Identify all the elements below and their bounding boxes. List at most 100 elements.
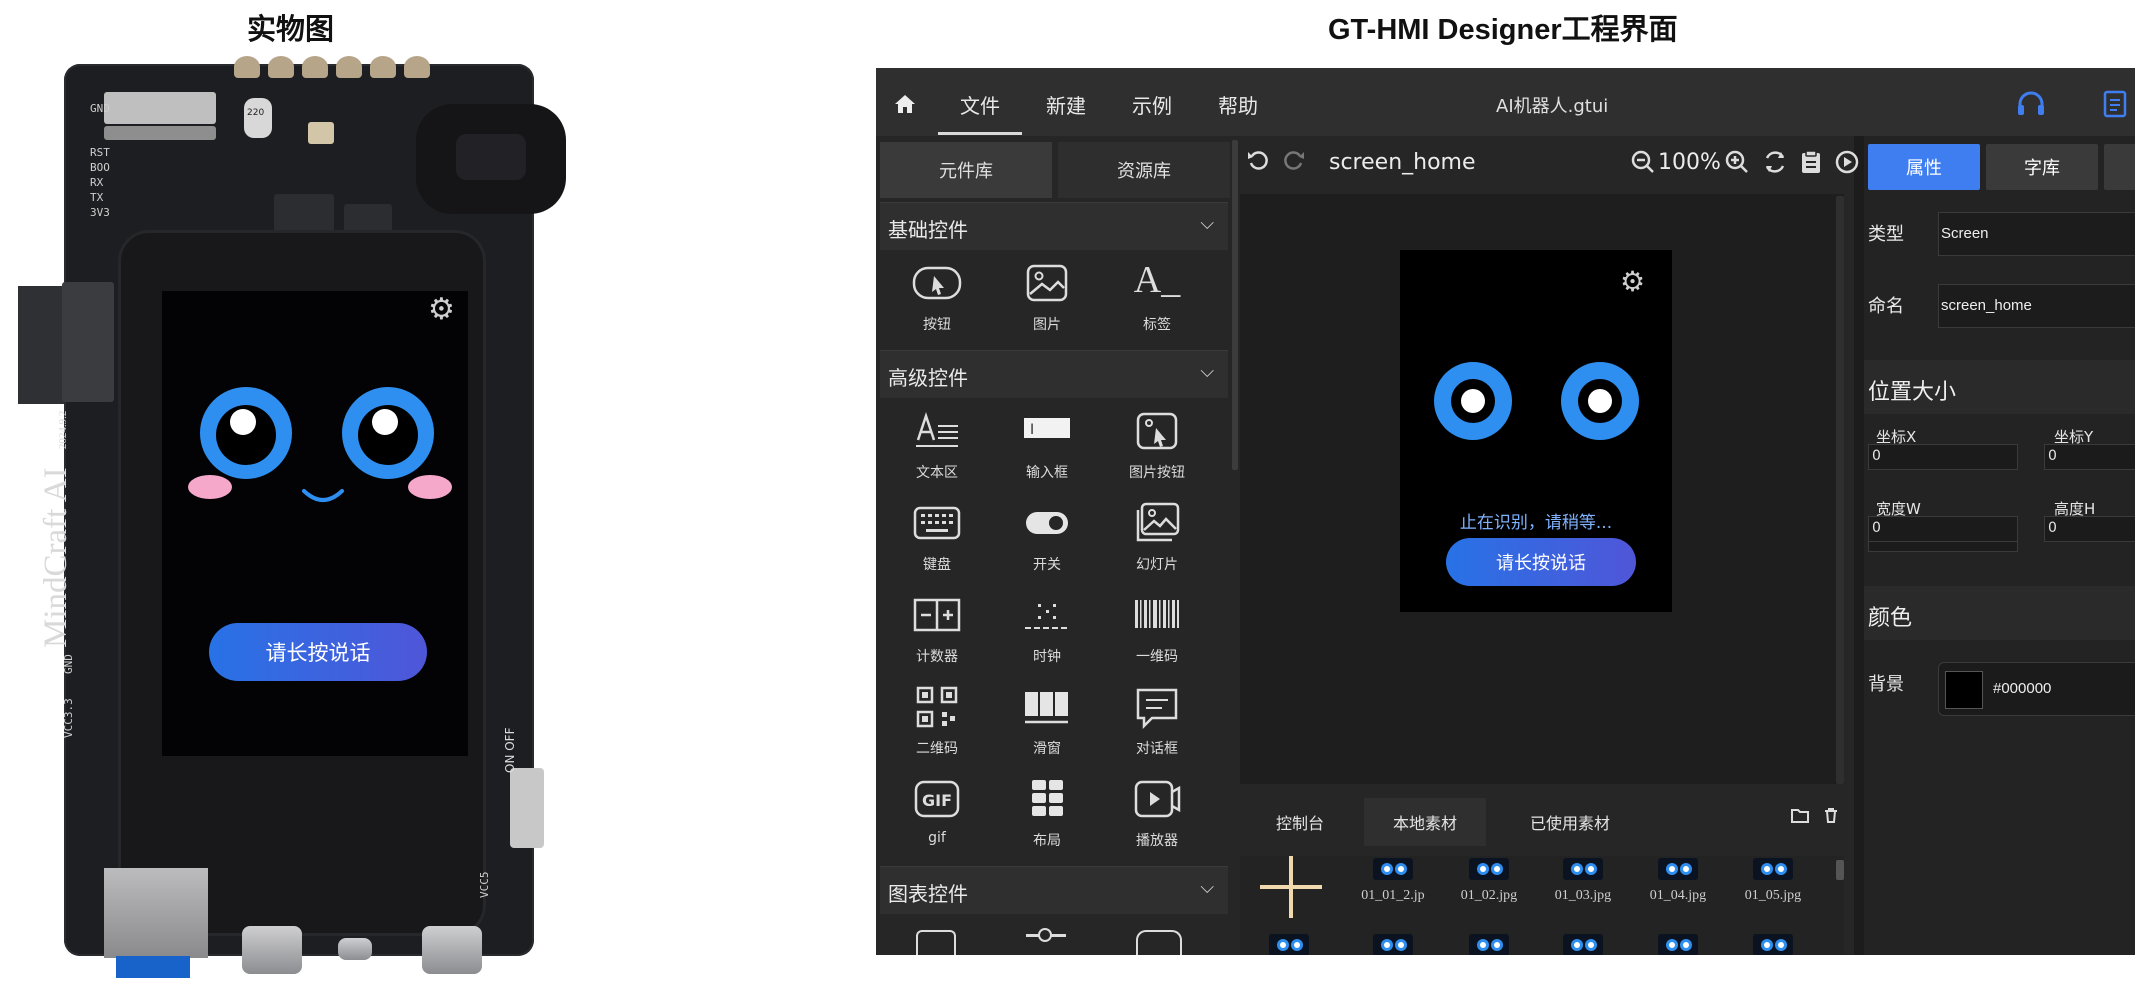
asset-thumbnail (1373, 858, 1413, 880)
widget-button[interactable]: 按钮 (892, 262, 982, 342)
section-position-size[interactable]: 位置大小 (1864, 360, 2135, 414)
asset-item[interactable]: 01_05.jpg (1730, 858, 1816, 904)
menu-file[interactable]: 文件 (960, 90, 1000, 119)
y-field[interactable]: 0 (2044, 444, 2135, 470)
folder-icon[interactable] (1790, 806, 1810, 824)
slideshow-widget-icon (1136, 502, 1180, 542)
counter-widget-icon (913, 598, 961, 632)
tab-more[interactable] (2104, 144, 2135, 190)
asset-item[interactable] (1246, 934, 1332, 955)
properties-panel: 属性 字库 类型 Screen 命名 screen_home 位置大小 坐标X … (1864, 136, 2135, 955)
widget-counter[interactable]: 计数器 (892, 594, 982, 674)
chevron-down-icon: ⌵ (1200, 213, 1214, 234)
chart-widget-icon[interactable] (916, 930, 956, 955)
section-chart[interactable]: 图表控件 ⌵ (880, 866, 1228, 914)
canvas-scrollbar[interactable] (1836, 196, 1844, 784)
menu-new[interactable]: 新建 (1046, 90, 1086, 119)
section-color[interactable]: 颜色 (1864, 586, 2135, 640)
eye-left (1434, 362, 1512, 440)
top-button (302, 56, 328, 78)
asset-item[interactable]: 01_03.jpg (1540, 858, 1626, 904)
widget-clock[interactable]: 时钟 (1002, 594, 1092, 674)
screen-preview[interactable]: ⚙ 止在识别，请稍等... 请长按说话 (1400, 250, 1672, 612)
asset-item[interactable] (1446, 934, 1532, 955)
talk-button[interactable]: 请长按说话 (1446, 538, 1636, 586)
gear-icon: ⚙ (428, 292, 455, 327)
refresh-icon[interactable] (1762, 149, 1788, 175)
asset-item[interactable] (1540, 934, 1626, 955)
widget-slideshow[interactable]: 幻灯片 (1112, 502, 1202, 582)
micro-port (338, 938, 372, 960)
widget-gif[interactable]: GIF gif (892, 778, 982, 858)
headset-icon[interactable] (2016, 90, 2046, 118)
widget-dialog[interactable]: 对话框 (1112, 686, 1202, 766)
add-asset-icon[interactable] (1256, 852, 1326, 922)
widget-label[interactable]: A_ 标签 (1112, 259, 1202, 342)
zoom-out-icon[interactable] (1630, 149, 1656, 175)
asset-item[interactable] (1350, 934, 1436, 955)
widget-textarea[interactable]: 文本区 (892, 410, 982, 490)
pin-label: RST (90, 146, 110, 159)
gear-icon: ⚙ (1620, 265, 1646, 298)
document-icon[interactable] (2102, 90, 2128, 118)
home-icon[interactable] (894, 94, 916, 114)
play-icon[interactable] (1834, 149, 1860, 175)
device-lcd: ⚙ 请长按说话 (162, 291, 468, 756)
tab-properties[interactable]: 属性 (1868, 144, 1980, 190)
design-canvas[interactable]: ⚙ 止在识别，请稍等... 请长按说话 (1240, 194, 1844, 784)
widget-switch[interactable]: 开关 (1002, 502, 1092, 582)
color-swatch[interactable] (1945, 671, 1983, 709)
menu-examples[interactable]: 示例 (1132, 90, 1172, 119)
section-basic[interactable]: 基础控件 ⌵ (880, 202, 1228, 250)
asset-scrollbar[interactable] (1836, 860, 1844, 880)
asset-thumbnail (1658, 858, 1698, 880)
zoom-in-icon[interactable] (1724, 149, 1750, 175)
brand-text: MindCraft AI 2024.9.2 (38, 410, 74, 648)
tab-local-assets[interactable]: 本地素材 (1364, 798, 1486, 846)
chip (274, 194, 334, 234)
chart-widget-icon[interactable] (1136, 930, 1182, 955)
tab-console[interactable]: 控制台 (1240, 798, 1360, 846)
top-button (404, 56, 430, 78)
keyboard-widget-icon (913, 506, 961, 540)
tab-components[interactable]: 元件库 (880, 142, 1052, 198)
fpc-latch (104, 126, 216, 140)
widget-slider-window[interactable]: 滑窗 (1002, 686, 1092, 766)
section-advanced[interactable]: 高级控件 ⌵ (880, 350, 1228, 398)
capacitor: 220 (244, 98, 272, 138)
tab-used-assets[interactable]: 已使用素材 (1490, 798, 1650, 846)
x-field[interactable]: 0 (1868, 444, 2018, 470)
width-field[interactable]: 0 (1868, 516, 2018, 542)
widget-keyboard[interactable]: 键盘 (892, 502, 982, 582)
asset-item[interactable]: 01_04.jpg (1635, 858, 1721, 904)
name-field[interactable]: screen_home (1938, 284, 2135, 328)
eye-right (1561, 362, 1639, 440)
asset-item[interactable] (1730, 934, 1816, 955)
asset-thumbnail (1469, 858, 1509, 880)
height-field[interactable]: 0 (2044, 516, 2135, 542)
trash-icon[interactable] (1822, 806, 1840, 824)
widget-player[interactable]: 播放器 (1112, 778, 1202, 858)
widget-image-button[interactable]: 图片按钮 (1112, 410, 1202, 490)
type-field[interactable]: Screen (1938, 212, 2135, 256)
textarea-widget-icon (916, 412, 958, 447)
asset-item[interactable] (1635, 934, 1721, 955)
pin-label: 3V3 (90, 206, 110, 219)
asset-item[interactable]: 01_02.jpg (1446, 858, 1532, 904)
menu-help[interactable]: 帮助 (1218, 90, 1258, 119)
tab-fonts[interactable]: 字库 (1986, 144, 2098, 190)
widget-image[interactable]: 图片 (1002, 262, 1092, 342)
widget-barcode[interactable]: 一维码 (1112, 594, 1202, 674)
redo-icon[interactable] (1282, 148, 1306, 172)
background-color-field[interactable]: #000000 (1938, 662, 2135, 716)
clipboard-icon[interactable] (1798, 149, 1824, 175)
designer-caption: GT-HMI Designer工程界面 (1328, 14, 1678, 46)
asset-item[interactable]: 01_01_2.jp (1350, 858, 1436, 904)
widget-qrcode[interactable]: 二维码 (892, 686, 982, 766)
widget-input[interactable]: I 输入框 (1002, 410, 1092, 490)
undo-icon[interactable] (1246, 148, 1270, 172)
widget-layout[interactable]: 布局 (1002, 778, 1092, 858)
tab-resources[interactable]: 资源库 (1058, 142, 1230, 198)
talk-button[interactable]: 请长按说话 (209, 623, 427, 681)
svg-text:GIF: GIF (922, 791, 952, 810)
